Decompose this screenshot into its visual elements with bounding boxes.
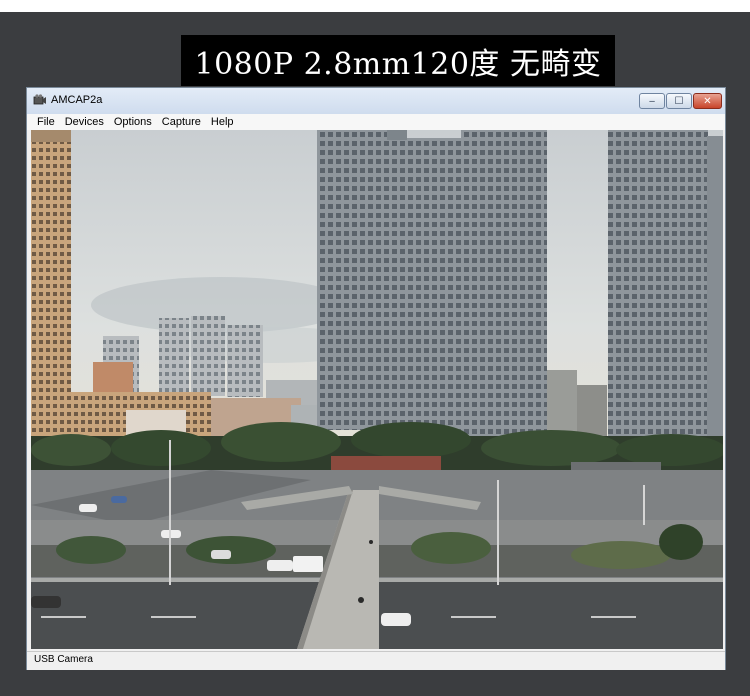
- top-strip: [0, 0, 750, 12]
- amcap-window: AMCAP2a ‒ ☐ ✕ File Devices Options Captu…: [26, 87, 726, 670]
- building-left: [31, 130, 71, 448]
- menu-help[interactable]: Help: [206, 116, 239, 128]
- window-title: AMCAP2a: [51, 94, 103, 106]
- status-text: USB Camera: [34, 654, 93, 665]
- status-bar: USB Camera: [27, 651, 725, 670]
- title-bar[interactable]: AMCAP2a ‒ ☐ ✕: [27, 88, 725, 114]
- camera-scene: [31, 130, 723, 649]
- maximize-icon: ☐: [674, 95, 684, 107]
- minimize-button[interactable]: ‒: [639, 93, 665, 109]
- close-button[interactable]: ✕: [693, 93, 722, 109]
- minimize-icon: ‒: [648, 95, 656, 107]
- menu-file[interactable]: File: [27, 116, 60, 128]
- menu-capture[interactable]: Capture: [157, 116, 206, 128]
- building-right: [608, 130, 723, 450]
- close-icon: ✕: [703, 95, 712, 107]
- banner-caption: 1080P 2.8mm120度 无畸变: [181, 35, 615, 86]
- menu-options[interactable]: Options: [109, 116, 157, 128]
- menu-bar: File Devices Options Capture Help: [27, 114, 725, 130]
- menu-devices[interactable]: Devices: [60, 116, 109, 128]
- camera-preview: [31, 130, 723, 649]
- camera-icon: [33, 94, 46, 105]
- maximize-button[interactable]: ☐: [666, 93, 692, 109]
